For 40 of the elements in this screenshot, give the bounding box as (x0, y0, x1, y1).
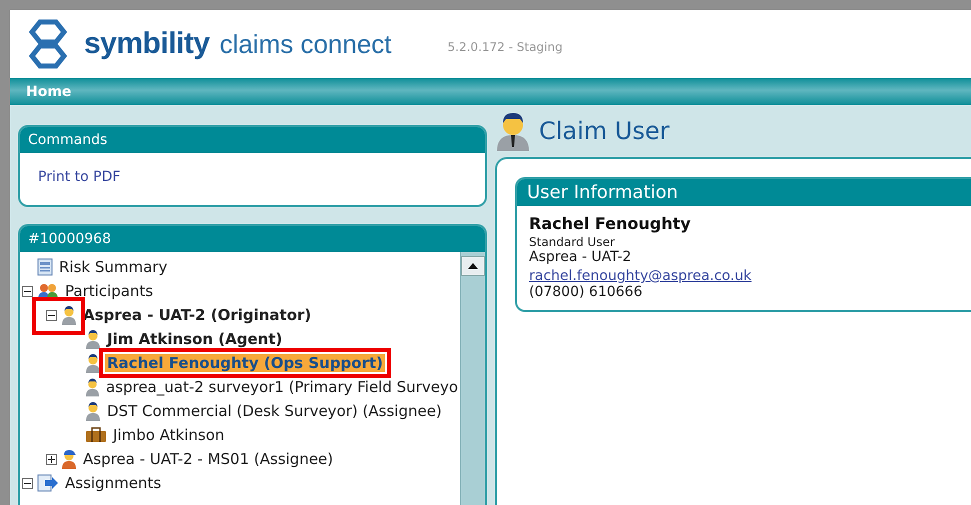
document-icon (37, 258, 53, 276)
tree-item[interactable]: Rachel Fenoughty (Ops Support) (105, 354, 386, 372)
tree-item[interactable]: Risk Summary (57, 258, 170, 276)
user-icon (495, 111, 531, 151)
tree-item[interactable]: Jim Atkinson (Agent) (105, 330, 284, 348)
people-icon (37, 282, 59, 300)
tree-item[interactable]: Assignments (63, 474, 164, 492)
tree-item[interactable]: Jimbo Atkinson (111, 426, 226, 444)
panel-title: #10000968 (20, 226, 485, 252)
person-icon (85, 353, 101, 373)
tree-item[interactable]: Asprea - UAT-2 (Originator) (81, 306, 314, 324)
person-icon (85, 377, 100, 397)
person-icon (85, 401, 101, 421)
email-link[interactable]: rachel.fenoughty@asprea.co.uk (529, 268, 752, 284)
collapse-toggle[interactable] (46, 310, 57, 320)
briefcase-icon (85, 427, 107, 443)
tree-item[interactable]: Asprea - UAT-2 - MS01 (Assignee) (81, 450, 336, 468)
panel-title: Commands (20, 127, 485, 153)
user-phone: (07800) 610666 (529, 284, 644, 300)
user-name: Rachel Fenoughty (529, 214, 692, 233)
person-icon (85, 329, 101, 349)
collapse-toggle[interactable] (22, 286, 33, 296)
user-company: Asprea - UAT-2 (529, 249, 632, 265)
product-name: claims connect (220, 28, 392, 60)
assignment-icon (37, 474, 59, 492)
scroll-up-button[interactable] (461, 256, 485, 276)
tree-item[interactable]: asprea_uat-2 surveyor1 (Primary Field Surveyo (104, 378, 460, 396)
worker-icon (61, 449, 77, 469)
tree-item[interactable]: DST Commercial (Desk Surveyor) (Assignee) (105, 402, 444, 420)
page-title: Claim User (539, 117, 670, 145)
person-icon (61, 305, 77, 325)
tree-item[interactable]: Participants (63, 282, 156, 300)
version-text: 5.2.0.172 - Staging (448, 40, 563, 54)
user-role: Standard User (529, 235, 616, 249)
command-link[interactable]: Print to PDF (38, 169, 467, 185)
panel-title: User Information (517, 179, 971, 206)
collapse-toggle[interactable] (22, 478, 33, 488)
brand-name: symbility (84, 27, 210, 61)
scrollbar[interactable] (460, 252, 485, 505)
expand-toggle[interactable] (46, 454, 57, 464)
